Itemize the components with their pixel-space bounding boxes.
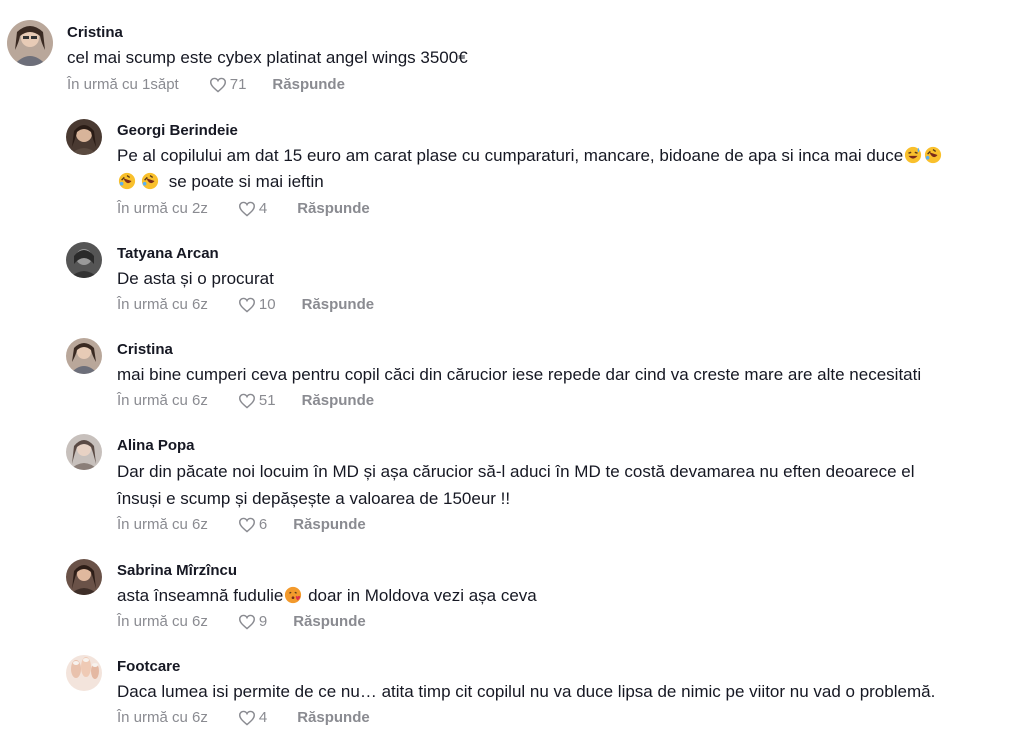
reply-button[interactable]: Răspunde	[297, 709, 370, 726]
username[interactable]: Tatyana Arcan	[117, 245, 219, 262]
avatar[interactable]	[66, 119, 102, 155]
like-button[interactable]: 51	[238, 392, 276, 409]
timestamp: În urmă cu 6z	[117, 296, 208, 313]
heart-icon	[238, 297, 256, 313]
like-button[interactable]: 4	[238, 200, 267, 217]
comment-meta: În urmă cu 6z 51 Răspunde	[117, 392, 374, 409]
like-count: 4	[258, 709, 268, 726]
avatar[interactable]	[66, 655, 102, 691]
reply-button[interactable]: Răspunde	[293, 613, 366, 630]
heart-icon	[238, 393, 256, 409]
comment-meta: În urmă cu 6z 4 Răspunde	[117, 709, 370, 726]
like-count: 6	[258, 516, 268, 533]
comment-text: asta înseamnă fudulie doar in Moldova ve…	[117, 583, 537, 609]
timestamp: În urmă cu 6z	[117, 613, 208, 630]
like-count: 51	[258, 392, 276, 409]
reply-button[interactable]: Răspunde	[302, 296, 375, 313]
reply-button[interactable]: Răspunde	[272, 76, 345, 93]
comment-text: Dar din păcate noi locuim în MD și așa c…	[117, 462, 915, 481]
username[interactable]: Footcare	[117, 658, 180, 675]
reply-button[interactable]: Răspunde	[302, 392, 375, 409]
comment-meta: În urmă cu 6z 6 Răspunde	[117, 516, 366, 533]
heart-icon	[238, 517, 256, 533]
comment-meta: În urmă cu 6z 10 Răspunde	[117, 296, 374, 313]
reply-button[interactable]: Răspunde	[293, 516, 366, 533]
like-button[interactable]: 9	[238, 613, 267, 630]
comment-meta: În urmă cu 6z 9 Răspunde	[117, 613, 366, 630]
timestamp: În urmă cu 1săpt	[67, 76, 179, 93]
heart-icon	[209, 77, 227, 93]
username[interactable]: Sabrina Mîrzîncu	[117, 562, 237, 579]
comment-text-segment: asta înseamnă fudulie	[117, 586, 284, 605]
comment-text: mai bine cumperi ceva pentru copil căci …	[117, 365, 922, 384]
heart-icon	[238, 614, 256, 630]
rolling-laughing-emoji	[141, 172, 159, 190]
avatar[interactable]	[66, 559, 102, 595]
like-button[interactable]: 6	[238, 516, 267, 533]
comment-text-line: se poate si mai ieftin	[168, 172, 324, 191]
comment-meta: În urmă cu 2z 4 Răspunde	[117, 200, 370, 217]
comment-text: se poate si mai ieftin	[117, 169, 324, 195]
comment-text: Daca lumea isi permite de ce nu… atita t…	[117, 682, 936, 701]
username[interactable]: Cristina	[67, 24, 123, 41]
username[interactable]: Georgi Berindeie	[117, 122, 238, 139]
username[interactable]: Alina Popa	[117, 437, 195, 454]
comment-text-line: Pe al copilului am dat 15 euro am carat …	[117, 146, 904, 165]
avatar[interactable]	[7, 20, 53, 66]
timestamp: În urmă cu 2z	[117, 200, 208, 217]
avatar[interactable]	[66, 434, 102, 470]
like-count: 9	[258, 613, 268, 630]
reply-button[interactable]: Răspunde	[297, 200, 370, 217]
timestamp: În urmă cu 6z	[117, 709, 208, 726]
like-button[interactable]: 10	[238, 296, 276, 313]
heart-icon	[238, 201, 256, 217]
avatar[interactable]	[66, 242, 102, 278]
comment-meta: În urmă cu 1săpt 71 Răspunde	[67, 76, 345, 93]
heart-icon	[238, 710, 256, 726]
rolling-laughing-emoji	[924, 146, 942, 164]
rolling-laughing-emoji	[118, 172, 136, 190]
timestamp: În urmă cu 6z	[117, 392, 208, 409]
like-count: 4	[258, 200, 268, 217]
like-button[interactable]: 71	[209, 76, 247, 93]
avatar[interactable]	[66, 338, 102, 374]
face-blowing-kiss-emoji	[284, 586, 302, 604]
comment-text: Pe al copilului am dat 15 euro am carat …	[117, 143, 943, 169]
like-button[interactable]: 4	[238, 709, 267, 726]
username[interactable]: Cristina	[117, 341, 173, 358]
grinning-sweat-emoji	[904, 146, 922, 164]
timestamp: În urmă cu 6z	[117, 516, 208, 533]
like-count: 71	[229, 76, 247, 93]
comment-text: De asta și o procurat	[117, 269, 274, 288]
like-count: 10	[258, 296, 276, 313]
comment-thread: Cristina cel mai scump este cybex platin…	[0, 0, 1024, 738]
comment-text-segment: doar in Moldova vezi așa ceva	[303, 586, 537, 605]
comment-text: cel mai scump este cybex platinat angel …	[67, 48, 468, 67]
comment-text: însuși e scump și depășește a valoarea d…	[117, 489, 511, 508]
